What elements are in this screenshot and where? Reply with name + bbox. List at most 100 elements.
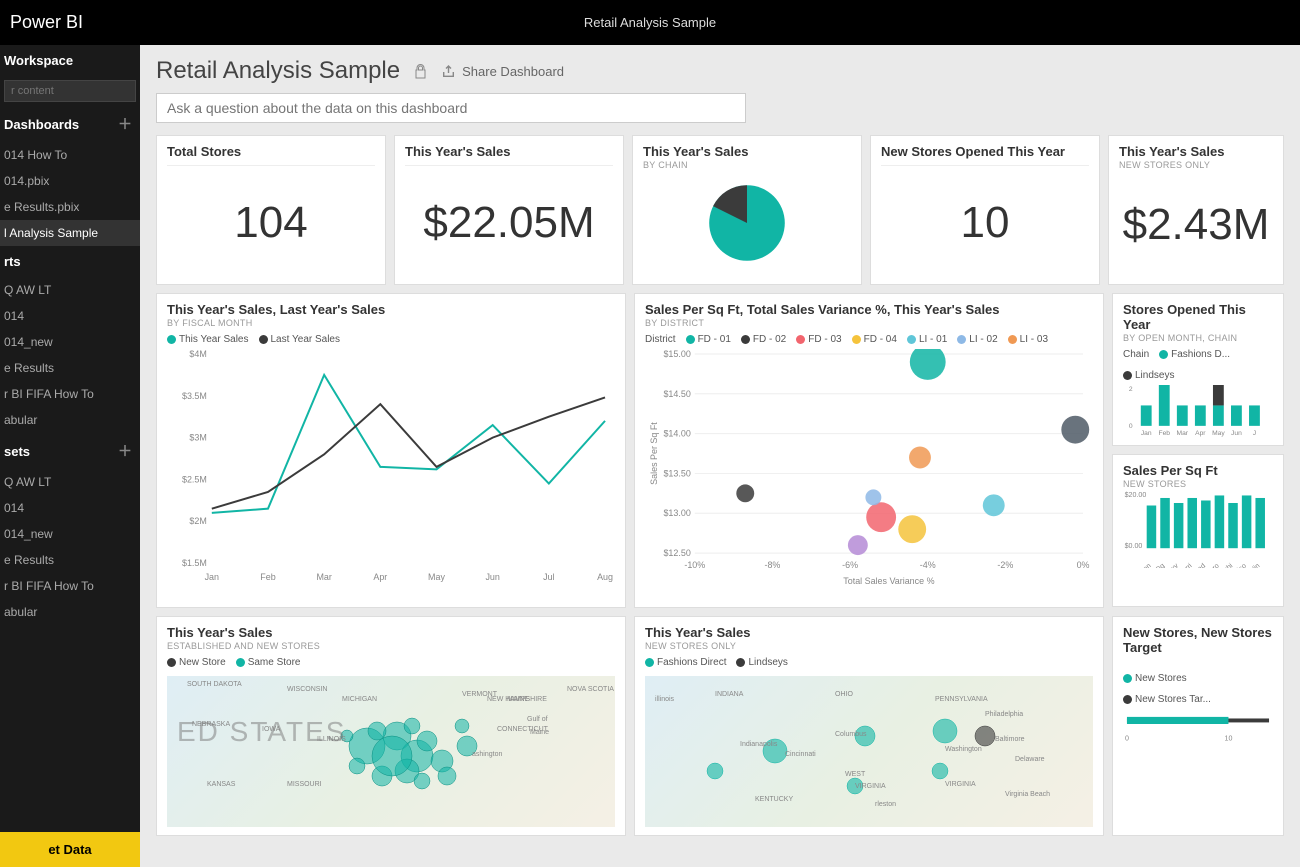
legend-dot-icon <box>1123 674 1132 683</box>
svg-text:Indianapolis: Indianapolis <box>740 741 778 748</box>
share-button-label[interactable]: Share Dashboard <box>462 64 564 79</box>
chart-legend: Chain Fashions D... Lindseys <box>1123 349 1273 381</box>
tile-subtitle: BY FISCAL MONTH <box>167 318 615 328</box>
svg-text:PENNSYLVANIA: PENNSYLVANIA <box>935 696 988 703</box>
svg-text:KENTUCKY: KENTUCKY <box>755 796 793 803</box>
sidebar-item[interactable]: abular <box>0 599 140 625</box>
sidebar-item[interactable]: 014 How To <box>0 142 140 168</box>
legend-dot-icon <box>907 335 916 344</box>
svg-text:MICHIGAN: MICHIGAN <box>342 696 377 703</box>
svg-text:MISSOURI: MISSOURI <box>287 781 322 788</box>
chart-legend: New Store Same Store <box>167 657 615 668</box>
brand-label: Power BI <box>10 12 83 33</box>
svg-text:$13.00: $13.00 <box>663 508 690 518</box>
tile-total-stores[interactable]: Total Stores 104 <box>156 135 386 285</box>
svg-text:VERMONT: VERMONT <box>462 691 498 698</box>
topbar: Power BI Retail Analysis Sample <box>0 0 1300 45</box>
map-visual[interactable]: ED STATES SOUTH DAKOTAWISCONSINMICHIGANN… <box>167 676 615 827</box>
tile-title: Total Stores <box>167 144 375 159</box>
share-icon[interactable] <box>441 64 456 79</box>
tile-map-established[interactable]: This Year's Sales ESTABLISHED AND NEW ST… <box>156 616 626 836</box>
sidebar-item[interactable]: l Analysis Sample <box>0 220 140 246</box>
add-dataset-icon[interactable]: ＋ <box>118 441 132 461</box>
sidebar-item[interactable]: e Results.pbix <box>0 194 140 220</box>
tile-stores-opened-bar[interactable]: Stores Opened This Year BY OPEN MONTH, C… <box>1112 293 1284 446</box>
bullet-chart: 010 <box>1123 709 1273 756</box>
sidebar-item[interactable]: r BI FIFA How To <box>0 573 140 599</box>
bubble-chart: $12.50$13.00$13.50$14.00$14.50$15.00-10%… <box>645 349 1093 588</box>
tile-title: This Year's Sales <box>1119 144 1273 159</box>
tile-title: Sales Per Sq Ft, Total Sales Variance %,… <box>645 302 1093 317</box>
tile-value: 104 <box>167 170 375 276</box>
tile-value: $2.43M <box>1119 174 1273 276</box>
tile-new-stores-sales[interactable]: This Year's Sales NEW STORES ONLY $2.43M <box>1108 135 1284 285</box>
svg-text:CONNECTICUT: CONNECTICUT <box>497 726 549 733</box>
tile-sales-by-chain[interactable]: This Year's Sales BY CHAIN <box>632 135 862 285</box>
sidebar-item[interactable]: abular <box>0 407 140 433</box>
legend-dot-icon <box>1008 335 1017 344</box>
svg-text:$2M: $2M <box>189 516 206 526</box>
tile-subtitle: ESTABLISHED AND NEW STORES <box>167 641 615 651</box>
qna-input[interactable] <box>156 93 746 123</box>
tile-title: New Stores, New Stores Target <box>1123 625 1273 655</box>
lock-icon <box>414 64 427 79</box>
sidebar-datasets-header[interactable]: sets ＋ <box>0 433 140 469</box>
sidebar-item[interactable]: Q AW LT <box>0 277 140 303</box>
svg-text:Sales Per Sq Ft: Sales Per Sq Ft <box>649 422 659 485</box>
svg-text:Jun: Jun <box>485 572 499 582</box>
svg-text:rleston: rleston <box>875 801 896 808</box>
tile-subtitle: BY CHAIN <box>643 160 851 170</box>
tile-subtitle: NEW STORES ONLY <box>645 641 1093 651</box>
svg-text:Win: Win <box>1247 562 1262 568</box>
legend-dot-icon <box>686 335 695 344</box>
tile-bubble-chart[interactable]: Sales Per Sq Ft, Total Sales Variance %,… <box>634 293 1104 608</box>
svg-text:Feb: Feb <box>260 572 275 582</box>
legend-dot-icon <box>645 658 654 667</box>
sidebar-item[interactable]: 014_new <box>0 521 140 547</box>
tile-subtitle: BY OPEN MONTH, CHAIN <box>1123 333 1273 343</box>
sidebar-item[interactable]: e Results <box>0 547 140 573</box>
legend-item: This Year Sales <box>179 334 249 345</box>
tile-target-bar[interactable]: New Stores, New Stores Target New Stores… <box>1112 616 1284 836</box>
tile-new-stores-count[interactable]: New Stores Opened This Year 10 <box>870 135 1100 285</box>
tile-map-new[interactable]: This Year's Sales NEW STORES ONLY Fashio… <box>634 616 1104 836</box>
svg-text:Columbus: Columbus <box>835 731 867 738</box>
legend-dot-icon <box>736 658 745 667</box>
add-dashboard-icon[interactable]: ＋ <box>118 114 132 134</box>
sidebar-workspace-header[interactable]: Workspace <box>0 45 140 76</box>
get-data-button[interactable]: et Data <box>0 832 140 867</box>
tile-this-year-sales[interactable]: This Year's Sales $22.05M <box>394 135 624 285</box>
sidebar-dashboards-header[interactable]: Dashboards ＋ <box>0 106 140 142</box>
sidebar-item[interactable]: 014_new <box>0 329 140 355</box>
sidebar-item[interactable]: 014 <box>0 495 140 521</box>
map-label: ED STATES <box>177 716 346 748</box>
tile-sales-sqft-bar[interactable]: Sales Per Sq Ft NEW STORES $20.00$0.00Ci… <box>1112 454 1284 607</box>
svg-text:Mar: Mar <box>316 572 331 582</box>
sidebar-item[interactable]: e Results <box>0 355 140 381</box>
svg-text:WISCONSIN: WISCONSIN <box>287 686 327 693</box>
legend-dot-icon <box>167 335 176 344</box>
sidebar-item[interactable]: Q AW LT <box>0 469 140 495</box>
map-visual[interactable]: INDIANAOHIOPENNSYLVANIAColumbusIndianapo… <box>645 676 1093 827</box>
tile-title: New Stores Opened This Year <box>881 144 1089 159</box>
bar-chart: 20JanFebMarAprMayJunJ <box>1123 385 1273 437</box>
legend-item: Last Year Sales <box>271 334 341 345</box>
svg-text:2: 2 <box>1129 386 1133 393</box>
tile-line-chart[interactable]: This Year's Sales, Last Year's Sales BY … <box>156 293 626 608</box>
tile-value: $22.05M <box>405 170 613 276</box>
svg-text:Washington: Washington <box>945 746 982 753</box>
legend-item: New Stores <box>1135 673 1187 684</box>
tile-title: This Year's Sales, Last Year's Sales <box>167 302 615 317</box>
svg-text:$14.00: $14.00 <box>663 429 690 439</box>
legend-dot-icon <box>1159 350 1168 359</box>
sidebar-item[interactable]: r BI FIFA How To <box>0 381 140 407</box>
sidebar-item[interactable]: 014 <box>0 303 140 329</box>
svg-text:Apr: Apr <box>1195 430 1206 437</box>
sidebar-item[interactable]: 014.pbix <box>0 168 140 194</box>
svg-text:Aug: Aug <box>597 572 613 582</box>
legend-item: LI - 01 <box>919 334 947 345</box>
svg-text:Baltimore: Baltimore <box>995 736 1025 743</box>
tile-title: Stores Opened This Year <box>1123 302 1273 332</box>
sidebar-search-input[interactable] <box>4 80 136 102</box>
sidebar-reports-header[interactable]: rts <box>0 246 140 277</box>
